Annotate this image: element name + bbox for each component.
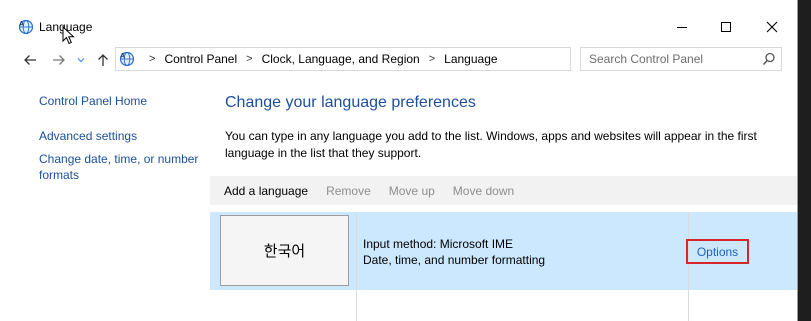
move-up-button[interactable]: Move up bbox=[389, 184, 435, 198]
up-button[interactable] bbox=[93, 50, 113, 70]
maximize-icon bbox=[721, 22, 731, 32]
options-link[interactable]: Options bbox=[686, 239, 749, 264]
breadcrumb-separator[interactable]: > bbox=[149, 53, 155, 65]
svg-text:A: A bbox=[19, 21, 24, 28]
column-divider bbox=[688, 212, 689, 321]
breadcrumb-language[interactable]: Language bbox=[444, 52, 497, 66]
move-down-button[interactable]: Move down bbox=[453, 184, 514, 198]
language-toolbar: Add a language Remove Move up Move down bbox=[210, 176, 797, 205]
arrow-right-icon bbox=[53, 55, 65, 65]
language-tile[interactable]: 한국어 bbox=[220, 215, 349, 286]
navigation-bar: A > Control Panel > Clock, Language, and… bbox=[0, 44, 797, 76]
breadcrumb: > Control Panel > Clock, Language, and R… bbox=[140, 48, 498, 70]
forward-button[interactable] bbox=[49, 50, 69, 70]
minimize-button[interactable] bbox=[659, 12, 705, 42]
input-method-text: Input method: Microsoft IME bbox=[363, 237, 514, 251]
language-details: Input method: Microsoft IME Date, time, … bbox=[363, 236, 545, 268]
search-input[interactable] bbox=[581, 48, 764, 70]
breadcrumb-separator[interactable]: > bbox=[429, 53, 435, 65]
control-panel-window: A Language A > Control Panel > Clock, La… bbox=[0, 0, 798, 321]
formatting-text: Date, time, and number formatting bbox=[363, 253, 546, 267]
close-button[interactable] bbox=[749, 12, 795, 42]
arrow-left-icon bbox=[24, 55, 36, 65]
left-navigation-pane: Control Panel Home Advanced settings Cha… bbox=[0, 80, 210, 321]
address-bar[interactable]: A > Control Panel > Clock, Language, and… bbox=[115, 47, 681, 71]
page-description: You can type in any language you add to … bbox=[225, 129, 757, 160]
title-bar[interactable]: A Language bbox=[0, 0, 797, 45]
minimize-icon bbox=[677, 27, 687, 28]
search-icon[interactable] bbox=[762, 52, 776, 66]
add-language-button[interactable]: Add a language bbox=[224, 184, 308, 198]
breadcrumb-clock-language-region[interactable]: Clock, Language, and Region bbox=[262, 52, 420, 66]
chevron-down-icon bbox=[77, 58, 85, 63]
column-divider bbox=[356, 212, 357, 321]
advanced-settings-link[interactable]: Advanced settings bbox=[39, 128, 204, 144]
close-icon bbox=[766, 21, 778, 33]
back-button[interactable] bbox=[20, 50, 40, 70]
control-panel-home-link[interactable]: Control Panel Home bbox=[39, 93, 204, 109]
arrow-up-icon bbox=[98, 54, 108, 66]
svg-text:A: A bbox=[120, 53, 125, 60]
remove-button[interactable]: Remove bbox=[326, 184, 371, 198]
search-box[interactable] bbox=[580, 47, 782, 71]
mouse-cursor-icon bbox=[62, 26, 75, 45]
language-globe-icon: A bbox=[18, 19, 34, 35]
recent-locations-button[interactable] bbox=[74, 50, 88, 70]
maximize-button[interactable] bbox=[703, 12, 749, 42]
control-panel-icon: A bbox=[119, 51, 135, 67]
breadcrumb-separator[interactable]: > bbox=[246, 53, 252, 65]
page-title: Change your language preferences bbox=[225, 94, 476, 111]
breadcrumb-control-panel[interactable]: Control Panel bbox=[164, 52, 237, 66]
change-date-time-formats-link[interactable]: Change date, time, or number formats bbox=[39, 151, 204, 183]
